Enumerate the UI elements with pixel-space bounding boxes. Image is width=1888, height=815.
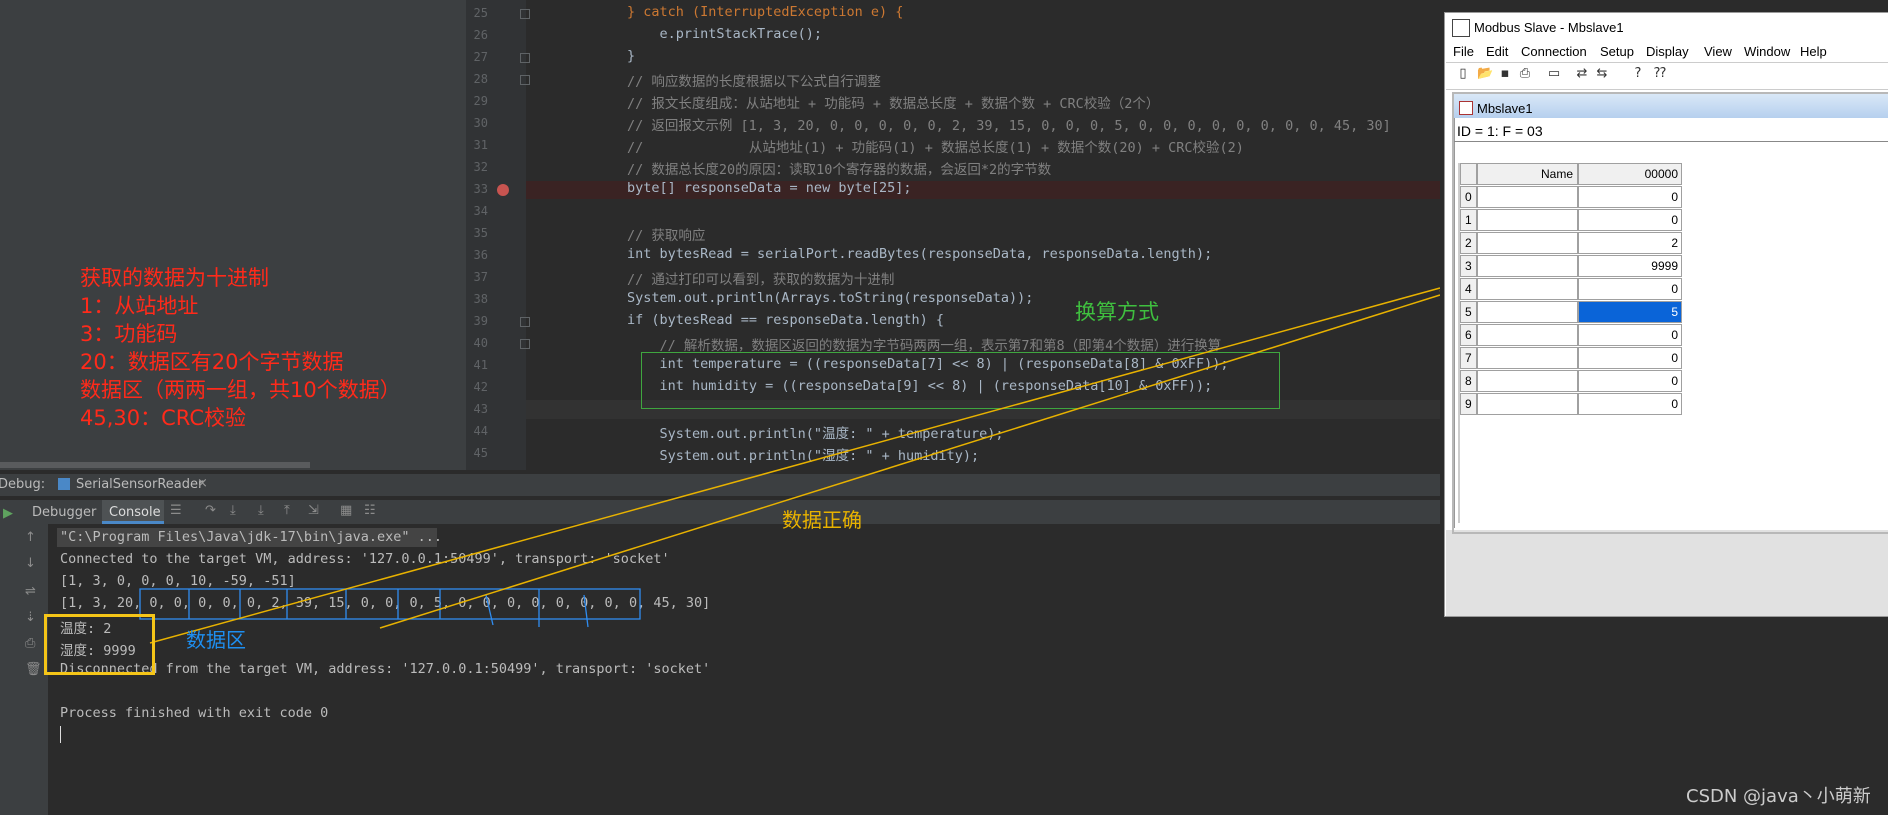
- value-cell[interactable]: 0: [1578, 278, 1682, 300]
- open-icon[interactable]: 📂: [1477, 66, 1493, 82]
- table-row[interactable]: 8 0: [1460, 370, 1685, 392]
- document-title: Mbslave1: [1477, 101, 1533, 116]
- name-cell[interactable]: [1477, 324, 1578, 346]
- value-cell[interactable]: 0: [1578, 393, 1682, 415]
- mdi-background: [1446, 530, 1888, 616]
- value-cell[interactable]: 2: [1578, 232, 1682, 254]
- table-row[interactable]: 6 0: [1460, 324, 1685, 346]
- disconnect-icon[interactable]: ⇆: [1594, 66, 1610, 82]
- menu-file[interactable]: File: [1453, 44, 1474, 59]
- row-index: 5: [1460, 301, 1477, 323]
- menu-view[interactable]: View: [1704, 44, 1732, 59]
- value-cell[interactable]: 0: [1578, 186, 1682, 208]
- table-row[interactable]: 4 0: [1460, 278, 1685, 300]
- corner-cell: [1460, 163, 1477, 185]
- name-cell[interactable]: [1477, 255, 1578, 277]
- row-index: 6: [1460, 324, 1477, 346]
- document-icon: [1459, 101, 1473, 115]
- value-cell[interactable]: 9999: [1578, 255, 1682, 277]
- name-cell[interactable]: [1477, 347, 1578, 369]
- row-index: 2: [1460, 232, 1477, 254]
- table-row[interactable]: 5 5: [1460, 301, 1685, 323]
- menu-help[interactable]: Help: [1800, 44, 1827, 59]
- window-icon[interactable]: ▭: [1546, 66, 1562, 82]
- table-row[interactable]: 0 0: [1460, 186, 1685, 208]
- name-cell[interactable]: [1477, 278, 1578, 300]
- table-row[interactable]: 9 0: [1460, 393, 1685, 415]
- watermark: CSDN @java丶小萌新: [1686, 786, 1871, 807]
- group-divider: [583, 594, 589, 628]
- grid-left-border: [1458, 163, 1460, 523]
- row-index: 3: [1460, 255, 1477, 277]
- result-highlight-box: [44, 614, 155, 675]
- window-title: Modbus Slave - Mbslave1: [1474, 20, 1624, 35]
- row-index: 8: [1460, 370, 1477, 392]
- menu-display[interactable]: Display: [1646, 44, 1689, 59]
- data-area-box: [139, 588, 641, 620]
- row-index: 1: [1460, 209, 1477, 231]
- value-cell[interactable]: 0: [1578, 370, 1682, 392]
- status-line: ID = 1: F = 03: [1457, 123, 1543, 139]
- name-cell[interactable]: [1477, 301, 1578, 323]
- table-row[interactable]: 1 0: [1460, 209, 1685, 231]
- divider: [1454, 141, 1888, 142]
- app-icon: [1452, 19, 1470, 37]
- group-divider: [485, 594, 494, 626]
- column-header-address[interactable]: 00000: [1578, 163, 1682, 185]
- menu-edit[interactable]: Edit: [1486, 44, 1508, 59]
- row-index: 4: [1460, 278, 1477, 300]
- connector-line: [379, 294, 1441, 629]
- value-cell[interactable]: 0: [1578, 347, 1682, 369]
- table-row[interactable]: 7 0: [1460, 347, 1685, 369]
- column-header-name[interactable]: Name: [1477, 163, 1578, 185]
- name-cell[interactable]: [1477, 370, 1578, 392]
- help-icon[interactable]: ?: [1630, 66, 1646, 82]
- connect-icon[interactable]: ⇄: [1574, 66, 1590, 82]
- name-cell[interactable]: [1477, 232, 1578, 254]
- row-index: 0: [1460, 186, 1477, 208]
- data-correct-annotation: 数据正确: [782, 508, 862, 532]
- table-row[interactable]: 3 9999: [1460, 255, 1685, 277]
- connector-line: [149, 287, 1441, 644]
- save-icon[interactable]: ▪: [1497, 66, 1513, 82]
- row-index: 9: [1460, 393, 1477, 415]
- data-area-annotation: 数据区: [186, 628, 246, 652]
- context-help-icon[interactable]: ⁇: [1652, 66, 1668, 82]
- menu-connection[interactable]: Connection: [1521, 44, 1587, 59]
- value-cell[interactable]: 0: [1578, 324, 1682, 346]
- menu-setup[interactable]: Setup: [1600, 44, 1634, 59]
- table-row[interactable]: 2 2: [1460, 232, 1685, 254]
- menu-window[interactable]: Window: [1744, 44, 1790, 59]
- print-icon[interactable]: ⎙: [1517, 66, 1533, 82]
- grid-header: Name 00000: [1460, 163, 1685, 185]
- row-index: 7: [1460, 347, 1477, 369]
- selected-value-cell[interactable]: 5: [1578, 301, 1682, 323]
- name-cell[interactable]: [1477, 186, 1578, 208]
- name-cell[interactable]: [1477, 209, 1578, 231]
- value-cell[interactable]: 0: [1578, 209, 1682, 231]
- new-icon[interactable]: ▯: [1455, 66, 1471, 82]
- name-cell[interactable]: [1477, 393, 1578, 415]
